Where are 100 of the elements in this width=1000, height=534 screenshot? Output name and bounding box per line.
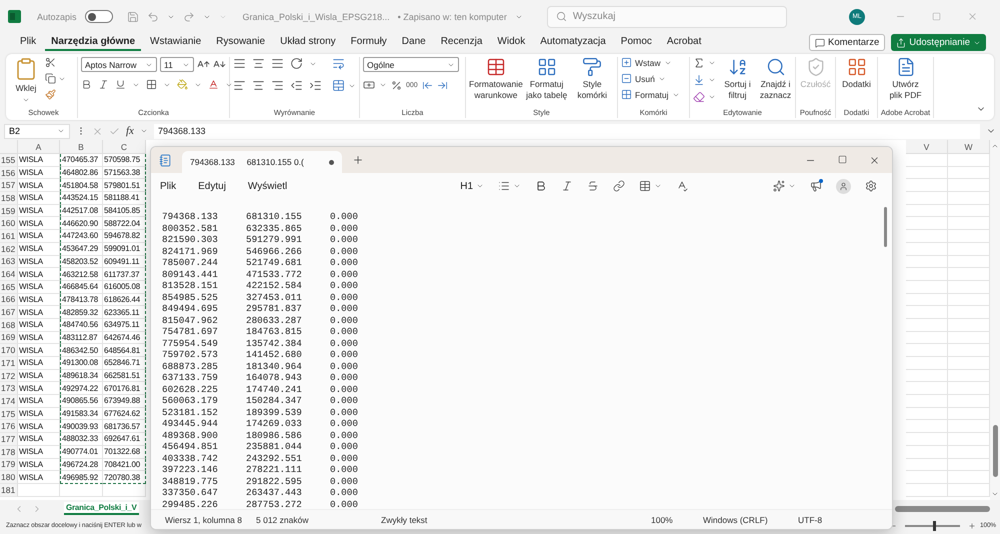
ribbon-button[interactable]: Formatuj jako tabelę (524, 79, 568, 100)
currency-icon[interactable] (363, 79, 375, 91)
comments-button[interactable]: Komentarze (809, 34, 886, 51)
column-header[interactable]: W (948, 140, 990, 154)
scroll-down-icon[interactable] (991, 490, 999, 498)
font-family-select[interactable]: Aptos Narrow (81, 57, 157, 72)
share-icon[interactable] (896, 38, 906, 48)
document-tab[interactable]: 794368.133 681310.155 0.( (182, 151, 342, 173)
add-ins-button[interactable]: Dodatki (842, 79, 871, 90)
comment-icon[interactable] (815, 38, 826, 48)
maximize-icon[interactable] (838, 154, 847, 164)
cell-styles-icon[interactable] (582, 57, 602, 77)
format-painter-icon[interactable] (45, 89, 56, 100)
align-top-icon[interactable] (233, 57, 246, 70)
menu-tab[interactable]: Automatyzacja (534, 34, 612, 51)
caret-icon[interactable] (513, 182, 522, 190)
align-center-icon[interactable] (252, 79, 265, 92)
menu-item[interactable]: Edytuj (198, 180, 226, 192)
column-header[interactable]: B (60, 140, 103, 154)
font-color-icon[interactable] (208, 79, 219, 90)
italic-icon[interactable] (561, 180, 574, 192)
user-icon[interactable] (839, 182, 848, 190)
ribbon-button[interactable]: Style komórki (570, 79, 614, 100)
column-header[interactable]: C (103, 140, 146, 154)
menu-tab[interactable]: Recenzja (434, 34, 488, 51)
name-box[interactable]: B2 (4, 124, 70, 138)
settings-icon[interactable] (865, 180, 877, 192)
spellcheck-icon[interactable] (676, 180, 688, 192)
strikethrough-icon[interactable] (587, 180, 600, 192)
menu-tab[interactable]: Pomoc (614, 34, 658, 51)
scroll-thumb[interactable] (884, 207, 887, 247)
merge-cells-icon[interactable] (332, 79, 345, 92)
autosave-toggle[interactable] (84, 10, 113, 23)
megaphone-icon[interactable] (810, 180, 822, 192)
add-ins-icon[interactable] (846, 57, 866, 77)
horizontal-scrollbar[interactable] (895, 506, 990, 512)
ribbon-button[interactable]: Usuń (621, 73, 666, 84)
indent-increase-icon[interactable] (309, 79, 322, 92)
ribbon-button[interactable]: Formatowanie warunkowe (469, 79, 523, 100)
font-size-select[interactable]: 11 (160, 57, 194, 72)
sum-icon[interactable] (693, 57, 705, 69)
notepad-icon[interactable] (159, 154, 172, 166)
indent-decrease-icon[interactable] (290, 79, 303, 92)
increase-decimal-icon[interactable] (422, 80, 433, 90)
underline-icon[interactable] (115, 79, 126, 90)
delete-icon[interactable] (621, 73, 632, 84)
search-icon[interactable] (556, 11, 567, 22)
table-format-icon[interactable] (536, 57, 557, 77)
heading-button[interactable]: H1 (460, 180, 474, 192)
caret-icon[interactable] (708, 76, 716, 84)
caret-icon[interactable] (57, 127, 65, 135)
menu-tab[interactable]: Dane (396, 34, 432, 51)
paste-button[interactable]: Wklej (16, 83, 36, 94)
menu-tab[interactable]: Wstawianie (144, 34, 208, 51)
scroll-up-icon[interactable] (991, 142, 999, 150)
ribbon-button[interactable]: Sortuj i filtruj (721, 79, 754, 100)
share-button[interactable]: Udostępnianie (891, 34, 986, 51)
menu-tab[interactable]: Acrobat (660, 34, 708, 51)
create-pdf-button[interactable]: Utwórz plik PDF (886, 79, 926, 100)
menu-tab[interactable]: Narzędzia główne (45, 34, 142, 51)
align-bottom-icon[interactable] (271, 57, 284, 70)
decrease-decimal-icon[interactable] (436, 80, 448, 90)
fill-color-icon[interactable] (177, 79, 188, 90)
number-format-select[interactable]: Ogólne (363, 57, 459, 72)
align-left-icon[interactable] (233, 79, 246, 92)
italic-icon[interactable] (98, 79, 109, 90)
link-icon[interactable] (613, 180, 626, 192)
ribbon-button[interactable]: Wstaw (621, 57, 672, 68)
redo-icon[interactable] (182, 10, 195, 22)
sheet-tab[interactable]: Granica_Polski_i_V (64, 502, 139, 515)
caret-icon[interactable] (708, 93, 716, 101)
ribbon-button[interactable]: Znajdź i zaznacz (759, 79, 792, 100)
table-icon[interactable] (639, 180, 652, 192)
caret-icon[interactable] (654, 182, 662, 190)
close-icon[interactable] (869, 154, 880, 166)
menu-item[interactable]: Wyświetl (248, 180, 288, 192)
menu-tab[interactable]: Formuły (344, 34, 393, 51)
sort-filter-icon[interactable] (728, 57, 748, 77)
column-header[interactable]: V (906, 140, 948, 154)
bold-icon[interactable] (535, 180, 548, 192)
undo-icon[interactable] (146, 10, 159, 22)
caret-icon[interactable] (140, 127, 148, 135)
fill-icon[interactable] (693, 74, 705, 86)
orientation-icon[interactable] (290, 57, 303, 70)
formula-field[interactable]: 794368.133 (154, 124, 980, 138)
bold-icon[interactable] (81, 79, 92, 90)
new-tab-icon[interactable] (352, 154, 364, 166)
insert-icon[interactable] (621, 57, 632, 68)
column-header[interactable]: A (18, 140, 60, 154)
menu-tab[interactable]: Widok (491, 34, 532, 51)
menu-item[interactable]: Plik (160, 180, 176, 192)
menu-tab[interactable]: Rysowanie (210, 34, 272, 51)
scissors-icon[interactable] (45, 57, 56, 68)
align-middle-icon[interactable] (252, 57, 265, 70)
borders-icon[interactable] (146, 79, 157, 90)
caret-icon[interactable] (788, 182, 796, 190)
sparkle-pen-icon[interactable] (773, 180, 785, 192)
caret-icon[interactable] (476, 182, 484, 190)
scroll-thumb[interactable] (993, 425, 998, 477)
conditional-format-icon[interactable] (486, 57, 506, 77)
